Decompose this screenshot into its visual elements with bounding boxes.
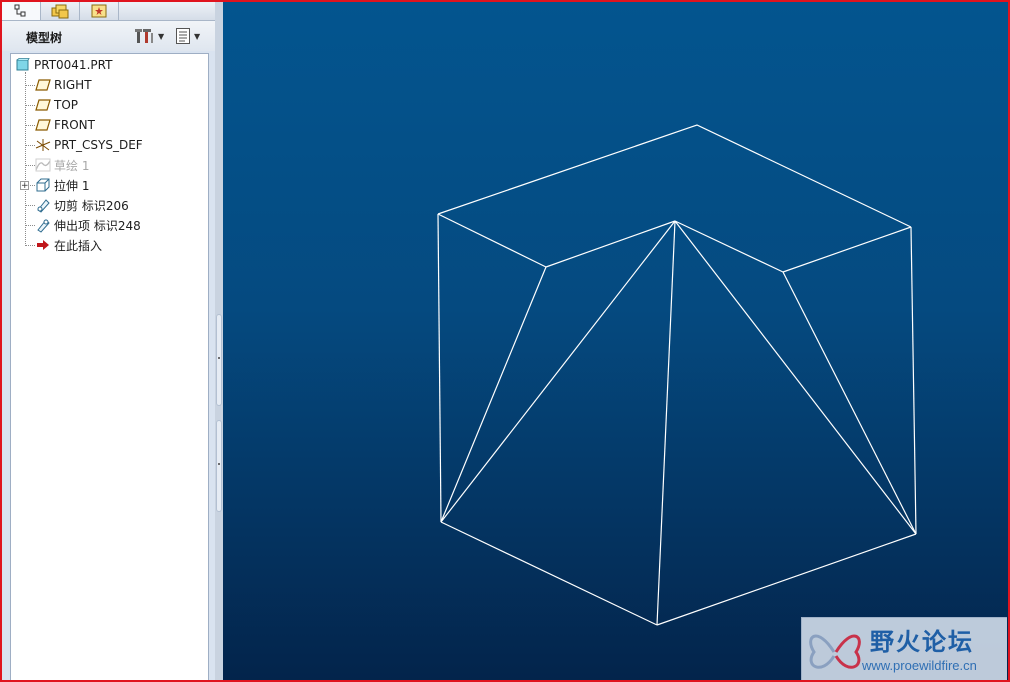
model-edge — [910, 226, 917, 535]
tree-item-cut[interactable]: 切剪 标识206 — [35, 196, 225, 214]
model-top-edges — [437, 124, 912, 228]
folder-browser-tab-icon — [51, 4, 69, 18]
tree-item-label: TOP — [54, 98, 79, 112]
tree-root-item[interactable]: PRT0041.PRT — [15, 56, 205, 74]
extrude-icon — [35, 177, 51, 193]
expand-toggle[interactable]: + — [20, 181, 29, 191]
model-edge — [437, 213, 547, 268]
insert-here-arrow-icon — [35, 237, 51, 253]
sketch-icon — [35, 157, 51, 173]
forum-watermark: 野火论坛 www.proewildfire.cn — [801, 617, 1007, 680]
tree-item-extrude[interactable]: 拉伸 1 — [35, 176, 225, 194]
model-edge — [656, 533, 917, 626]
show-options-icon — [176, 28, 190, 44]
tree-item-csys[interactable]: PRT_CSYS_DEF — [35, 136, 225, 154]
model-tree: PRT0041.PRT RIGHT TOP FRONT PRT_CSYS_DEF — [10, 53, 209, 680]
graphics-viewport[interactable] — [223, 2, 1008, 680]
tree-item-right[interactable]: RIGHT — [35, 76, 225, 94]
tree-item-insert-here[interactable]: 在此插入 — [35, 236, 225, 254]
tab-favorites[interactable] — [80, 2, 119, 20]
tree-connector — [26, 205, 35, 206]
tree-item-top[interactable]: TOP — [35, 96, 225, 114]
tree-connector — [26, 145, 35, 146]
coordinate-system-icon — [35, 137, 51, 153]
part-icon — [15, 57, 31, 73]
datum-plane-icon — [35, 97, 51, 113]
tree-item-front[interactable]: FRONT — [35, 116, 225, 134]
application-window: 模型树 ▼ ▼ PRT0041.PRT RIGHT TOP FRONT PRT_… — [0, 0, 1010, 682]
tree-connector — [26, 225, 35, 226]
favorites-tab-icon — [91, 4, 107, 18]
panel-header: 模型树 ▼ ▼ — [2, 21, 215, 51]
butterfly-logo-icon — [809, 634, 861, 669]
tree-item-label: 拉伸 1 — [54, 178, 90, 193]
cut-icon — [35, 197, 51, 213]
model-tree-panel: 模型树 ▼ ▼ PRT0041.PRT RIGHT TOP FRONT PRT_… — [2, 2, 215, 680]
watermark-url: www.proewildfire.cn — [862, 658, 977, 673]
model-edge — [674, 220, 784, 273]
chevron-down-icon: ▼ — [158, 31, 165, 41]
tree-connector — [26, 125, 35, 126]
model-edge — [782, 226, 912, 273]
tree-connector — [26, 245, 35, 246]
model-edge — [440, 220, 676, 523]
tree-connector — [26, 85, 35, 86]
tree-item-label: 伸出项 标识248 — [54, 218, 141, 233]
tree-connector — [25, 72, 26, 246]
datum-plane-icon — [35, 117, 51, 133]
tree-item-label: 切剪 标识206 — [54, 198, 129, 213]
tree-settings-icon — [135, 29, 153, 43]
show-options-button[interactable]: ▼ — [175, 27, 200, 45]
protrusion-icon — [35, 217, 51, 233]
tree-item-sketch[interactable]: 草绘 1 — [35, 156, 225, 174]
model-edge — [656, 220, 676, 626]
tree-item-protrusion[interactable]: 伸出项 标识248 — [35, 216, 225, 234]
wireframe-model — [437, 124, 917, 626]
chevron-down-icon: ▼ — [194, 31, 201, 41]
tree-settings-button[interactable]: ▼ — [135, 27, 164, 45]
tree-item-label: RIGHT — [54, 78, 92, 92]
tab-model-tree[interactable] — [2, 2, 41, 20]
datum-plane-icon — [35, 77, 51, 93]
tree-item-label: 在此插入 — [54, 238, 103, 253]
model-edge — [440, 521, 658, 626]
splitter-grip[interactable] — [216, 420, 222, 512]
tree-connector — [26, 105, 35, 106]
panel-title: 模型树 — [26, 31, 63, 45]
panel-splitter[interactable] — [215, 2, 223, 680]
watermark-title: 野火论坛 — [870, 628, 974, 656]
tree-item-label: 草绘 1 — [54, 158, 90, 173]
tree-item-label: PRT_CSYS_DEF — [54, 138, 143, 152]
model-tree-tab-icon — [14, 4, 26, 17]
model-edge — [437, 213, 442, 523]
model-edge — [782, 271, 917, 535]
navigator-tabs — [2, 2, 215, 21]
model-edge — [440, 266, 547, 523]
tree-item-label: FRONT — [54, 118, 95, 132]
tab-folder-browser[interactable] — [41, 2, 80, 20]
tree-connector — [26, 165, 35, 166]
tree-item-label: PRT0041.PRT — [34, 58, 113, 72]
model-edge — [545, 220, 676, 268]
splitter-grip[interactable] — [216, 314, 222, 406]
